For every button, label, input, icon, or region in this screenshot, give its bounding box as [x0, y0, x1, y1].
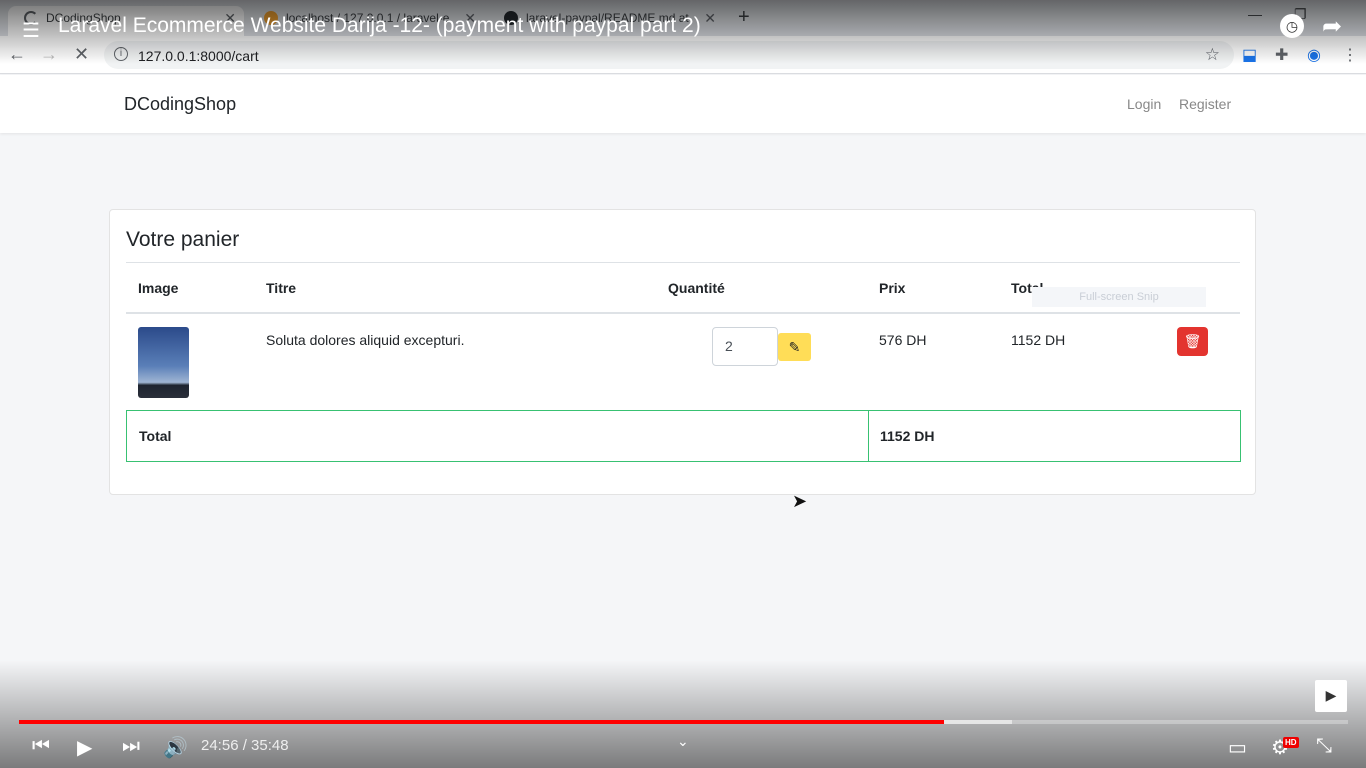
next-icon[interactable]: ⏭	[122, 735, 140, 758]
info-icon[interactable]: i	[114, 47, 128, 61]
channel-watermark[interactable]: ▶	[1315, 680, 1347, 712]
browser-toolbar: ← → ✕ i 127.0.0.1:8000/cart ☆ ⬓ ✚ ◉ ⋮	[0, 36, 1366, 74]
progress-bar[interactable]	[19, 720, 1348, 724]
header-title: Titre	[266, 280, 297, 296]
progress-played	[19, 720, 944, 724]
menu-kebab-icon[interactable]: ⋮	[1342, 45, 1358, 65]
header-quantity: Quantité	[668, 280, 725, 296]
product-title: Soluta dolores aliquid excepturi.	[266, 332, 465, 348]
url-text: 127.0.0.1:8000/cart	[138, 48, 259, 64]
chevron-down-icon[interactable]: ⌄	[677, 733, 689, 750]
product-thumbnail	[138, 327, 189, 398]
mouse-cursor-icon: ➤	[792, 491, 808, 511]
minimize-icon[interactable]: —	[1248, 6, 1262, 22]
close-icon[interactable]: ✕	[704, 6, 716, 30]
extension-account-icon[interactable]: ⬓	[1242, 45, 1257, 65]
time-display: 24:56 / 35:48	[201, 737, 289, 754]
divider	[126, 262, 1240, 263]
login-link[interactable]: Login	[1127, 96, 1161, 112]
table-header-divider	[126, 312, 1240, 314]
exit-fullscreen-icon[interactable]: ⤡	[1316, 735, 1332, 758]
play-icon[interactable]: ▶	[77, 735, 92, 760]
site-navbar: DCodingShop Login Register	[0, 75, 1366, 133]
back-icon[interactable]: ←	[8, 44, 26, 65]
previous-icon[interactable]: ⏮	[32, 735, 50, 758]
forward-icon[interactable]: →	[40, 44, 58, 65]
watch-later-icon[interactable]: ◷	[1280, 14, 1304, 38]
edit-icon: ✎	[788, 339, 801, 355]
cart-total-row: Total 1152 DH	[126, 410, 1241, 462]
header-image: Image	[138, 280, 179, 296]
total-label: Total	[139, 428, 172, 444]
bookmark-star-icon[interactable]: ☆	[1205, 45, 1220, 65]
total-value: 1152 DH	[880, 428, 935, 444]
update-quantity-button[interactable]: ✎	[778, 333, 811, 361]
total-divider	[868, 411, 869, 461]
share-icon[interactable]: ➦	[1322, 12, 1342, 41]
cart-card: Votre panier Image Titre Quantité Prix T…	[109, 209, 1256, 495]
product-total: 1152 DH	[1011, 332, 1066, 348]
product-price: 576 DH	[879, 332, 927, 348]
register-link[interactable]: Register	[1179, 96, 1231, 112]
quantity-input[interactable]: 2	[712, 327, 778, 366]
video-title[interactable]: Laravel Ecommerce Website Darija -12- (p…	[58, 14, 701, 38]
site-brand[interactable]: DCodingShop	[124, 94, 236, 115]
header-price: Prix	[879, 280, 906, 296]
subtitles-icon[interactable]: ▭	[1228, 735, 1247, 760]
snip-tooltip: Full-screen Snip	[1032, 287, 1206, 307]
hd-badge: HD	[1283, 737, 1299, 748]
new-tab-icon[interactable]: +	[738, 6, 750, 29]
delete-item-button[interactable]: 🗑	[1177, 327, 1208, 356]
trash-icon: 🗑	[1183, 333, 1202, 349]
playlist-icon[interactable]: ☰	[22, 18, 40, 43]
extensions-puzzle-icon[interactable]: ✚	[1275, 45, 1288, 65]
extension-profile-icon[interactable]: ◉	[1307, 45, 1321, 65]
volume-icon[interactable]: 🔊	[163, 735, 188, 760]
cart-title: Votre panier	[126, 228, 240, 251]
address-bar[interactable]: i 127.0.0.1:8000/cart ☆	[104, 41, 1234, 69]
stop-icon[interactable]: ✕	[74, 44, 89, 65]
